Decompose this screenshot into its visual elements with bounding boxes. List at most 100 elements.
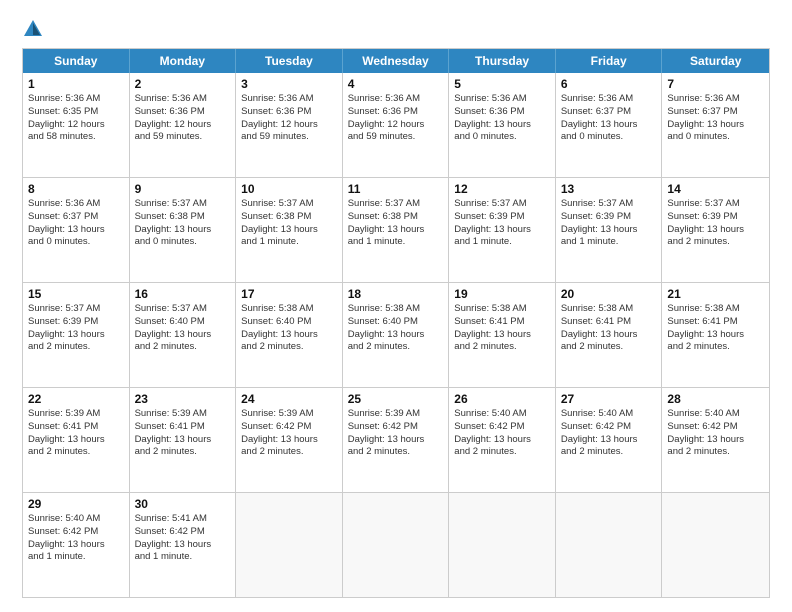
calendar-row-5: 29Sunrise: 5:40 AMSunset: 6:42 PMDayligh…	[23, 493, 769, 597]
cell-line: and 59 minutes.	[348, 131, 444, 144]
day-cell-22: 22Sunrise: 5:39 AMSunset: 6:41 PMDayligh…	[23, 388, 130, 492]
cell-line: Sunrise: 5:37 AM	[667, 198, 764, 211]
cell-line: and 58 minutes.	[28, 131, 124, 144]
day-cell-20: 20Sunrise: 5:38 AMSunset: 6:41 PMDayligh…	[556, 283, 663, 387]
header-day-friday: Friday	[556, 49, 663, 73]
cell-line: Sunset: 6:37 PM	[561, 106, 657, 119]
day-cell-7: 7Sunrise: 5:36 AMSunset: 6:37 PMDaylight…	[662, 73, 769, 177]
cell-line: Sunrise: 5:36 AM	[28, 93, 124, 106]
day-number: 5	[454, 77, 550, 91]
cell-line: Sunrise: 5:36 AM	[241, 93, 337, 106]
cell-line: Daylight: 13 hours	[135, 224, 231, 237]
cell-line: Sunrise: 5:39 AM	[135, 408, 231, 421]
day-number: 23	[135, 392, 231, 406]
cell-line: and 2 minutes.	[667, 341, 764, 354]
cell-line: and 2 minutes.	[348, 446, 444, 459]
cell-line: Sunset: 6:41 PM	[454, 316, 550, 329]
cell-line: Sunset: 6:42 PM	[241, 421, 337, 434]
day-cell-25: 25Sunrise: 5:39 AMSunset: 6:42 PMDayligh…	[343, 388, 450, 492]
day-cell-14: 14Sunrise: 5:37 AMSunset: 6:39 PMDayligh…	[662, 178, 769, 282]
day-number: 30	[135, 497, 231, 511]
cell-line: Sunset: 6:42 PM	[561, 421, 657, 434]
day-number: 24	[241, 392, 337, 406]
cell-line: Sunrise: 5:37 AM	[454, 198, 550, 211]
cell-line: Sunrise: 5:40 AM	[667, 408, 764, 421]
cell-line: Daylight: 13 hours	[348, 224, 444, 237]
day-number: 4	[348, 77, 444, 91]
cell-line: Daylight: 13 hours	[561, 224, 657, 237]
day-number: 19	[454, 287, 550, 301]
cell-line: Daylight: 13 hours	[454, 434, 550, 447]
day-number: 20	[561, 287, 657, 301]
day-cell-19: 19Sunrise: 5:38 AMSunset: 6:41 PMDayligh…	[449, 283, 556, 387]
cell-line: Sunrise: 5:39 AM	[28, 408, 124, 421]
cell-line: Sunrise: 5:36 AM	[454, 93, 550, 106]
day-cell-12: 12Sunrise: 5:37 AMSunset: 6:39 PMDayligh…	[449, 178, 556, 282]
day-number: 9	[135, 182, 231, 196]
logo	[22, 18, 48, 40]
cell-line: and 0 minutes.	[454, 131, 550, 144]
calendar-body: 1Sunrise: 5:36 AMSunset: 6:35 PMDaylight…	[23, 73, 769, 597]
day-cell-30: 30Sunrise: 5:41 AMSunset: 6:42 PMDayligh…	[130, 493, 237, 597]
cell-line: Sunrise: 5:40 AM	[454, 408, 550, 421]
day-number: 2	[135, 77, 231, 91]
day-number: 16	[135, 287, 231, 301]
logo-icon	[22, 18, 44, 40]
day-cell-10: 10Sunrise: 5:37 AMSunset: 6:38 PMDayligh…	[236, 178, 343, 282]
header-day-tuesday: Tuesday	[236, 49, 343, 73]
cell-line: Sunset: 6:40 PM	[135, 316, 231, 329]
cell-line: and 2 minutes.	[454, 446, 550, 459]
cell-line: Sunset: 6:36 PM	[241, 106, 337, 119]
day-cell-23: 23Sunrise: 5:39 AMSunset: 6:41 PMDayligh…	[130, 388, 237, 492]
cell-line: Sunrise: 5:37 AM	[348, 198, 444, 211]
cell-line: and 2 minutes.	[667, 446, 764, 459]
day-cell-4: 4Sunrise: 5:36 AMSunset: 6:36 PMDaylight…	[343, 73, 450, 177]
cell-line: Daylight: 13 hours	[28, 539, 124, 552]
cell-line: and 2 minutes.	[348, 341, 444, 354]
cell-line: Sunset: 6:41 PM	[667, 316, 764, 329]
cell-line: Daylight: 13 hours	[561, 434, 657, 447]
cell-line: and 0 minutes.	[561, 131, 657, 144]
day-number: 11	[348, 182, 444, 196]
cell-line: Daylight: 12 hours	[241, 119, 337, 132]
cell-line: Sunset: 6:42 PM	[135, 526, 231, 539]
cell-line: Sunrise: 5:38 AM	[348, 303, 444, 316]
cell-line: Daylight: 13 hours	[561, 119, 657, 132]
calendar: SundayMondayTuesdayWednesdayThursdayFrid…	[22, 48, 770, 598]
day-cell-1: 1Sunrise: 5:36 AMSunset: 6:35 PMDaylight…	[23, 73, 130, 177]
cell-line: Sunset: 6:38 PM	[241, 211, 337, 224]
cell-line: Sunset: 6:39 PM	[454, 211, 550, 224]
day-number: 6	[561, 77, 657, 91]
empty-cell	[343, 493, 450, 597]
cell-line: Daylight: 13 hours	[241, 434, 337, 447]
day-number: 8	[28, 182, 124, 196]
cell-line: Daylight: 13 hours	[454, 329, 550, 342]
cell-line: Daylight: 13 hours	[667, 119, 764, 132]
cell-line: Sunrise: 5:36 AM	[28, 198, 124, 211]
day-number: 10	[241, 182, 337, 196]
cell-line: Sunset: 6:36 PM	[135, 106, 231, 119]
cell-line: and 59 minutes.	[135, 131, 231, 144]
day-cell-21: 21Sunrise: 5:38 AMSunset: 6:41 PMDayligh…	[662, 283, 769, 387]
day-number: 27	[561, 392, 657, 406]
cell-line: Sunset: 6:40 PM	[348, 316, 444, 329]
cell-line: Sunset: 6:37 PM	[28, 211, 124, 224]
empty-cell	[236, 493, 343, 597]
cell-line: Sunset: 6:41 PM	[28, 421, 124, 434]
day-number: 3	[241, 77, 337, 91]
cell-line: and 2 minutes.	[135, 446, 231, 459]
day-number: 13	[561, 182, 657, 196]
cell-line: and 0 minutes.	[667, 131, 764, 144]
day-number: 14	[667, 182, 764, 196]
cell-line: Daylight: 13 hours	[667, 329, 764, 342]
cell-line: Sunrise: 5:39 AM	[348, 408, 444, 421]
cell-line: and 1 minute.	[135, 551, 231, 564]
cell-line: Sunset: 6:38 PM	[348, 211, 444, 224]
day-cell-28: 28Sunrise: 5:40 AMSunset: 6:42 PMDayligh…	[662, 388, 769, 492]
cell-line: and 1 minute.	[241, 236, 337, 249]
cell-line: and 1 minute.	[348, 236, 444, 249]
cell-line: Sunset: 6:41 PM	[561, 316, 657, 329]
cell-line: Daylight: 13 hours	[561, 329, 657, 342]
cell-line: Sunrise: 5:36 AM	[667, 93, 764, 106]
cell-line: Sunset: 6:42 PM	[28, 526, 124, 539]
